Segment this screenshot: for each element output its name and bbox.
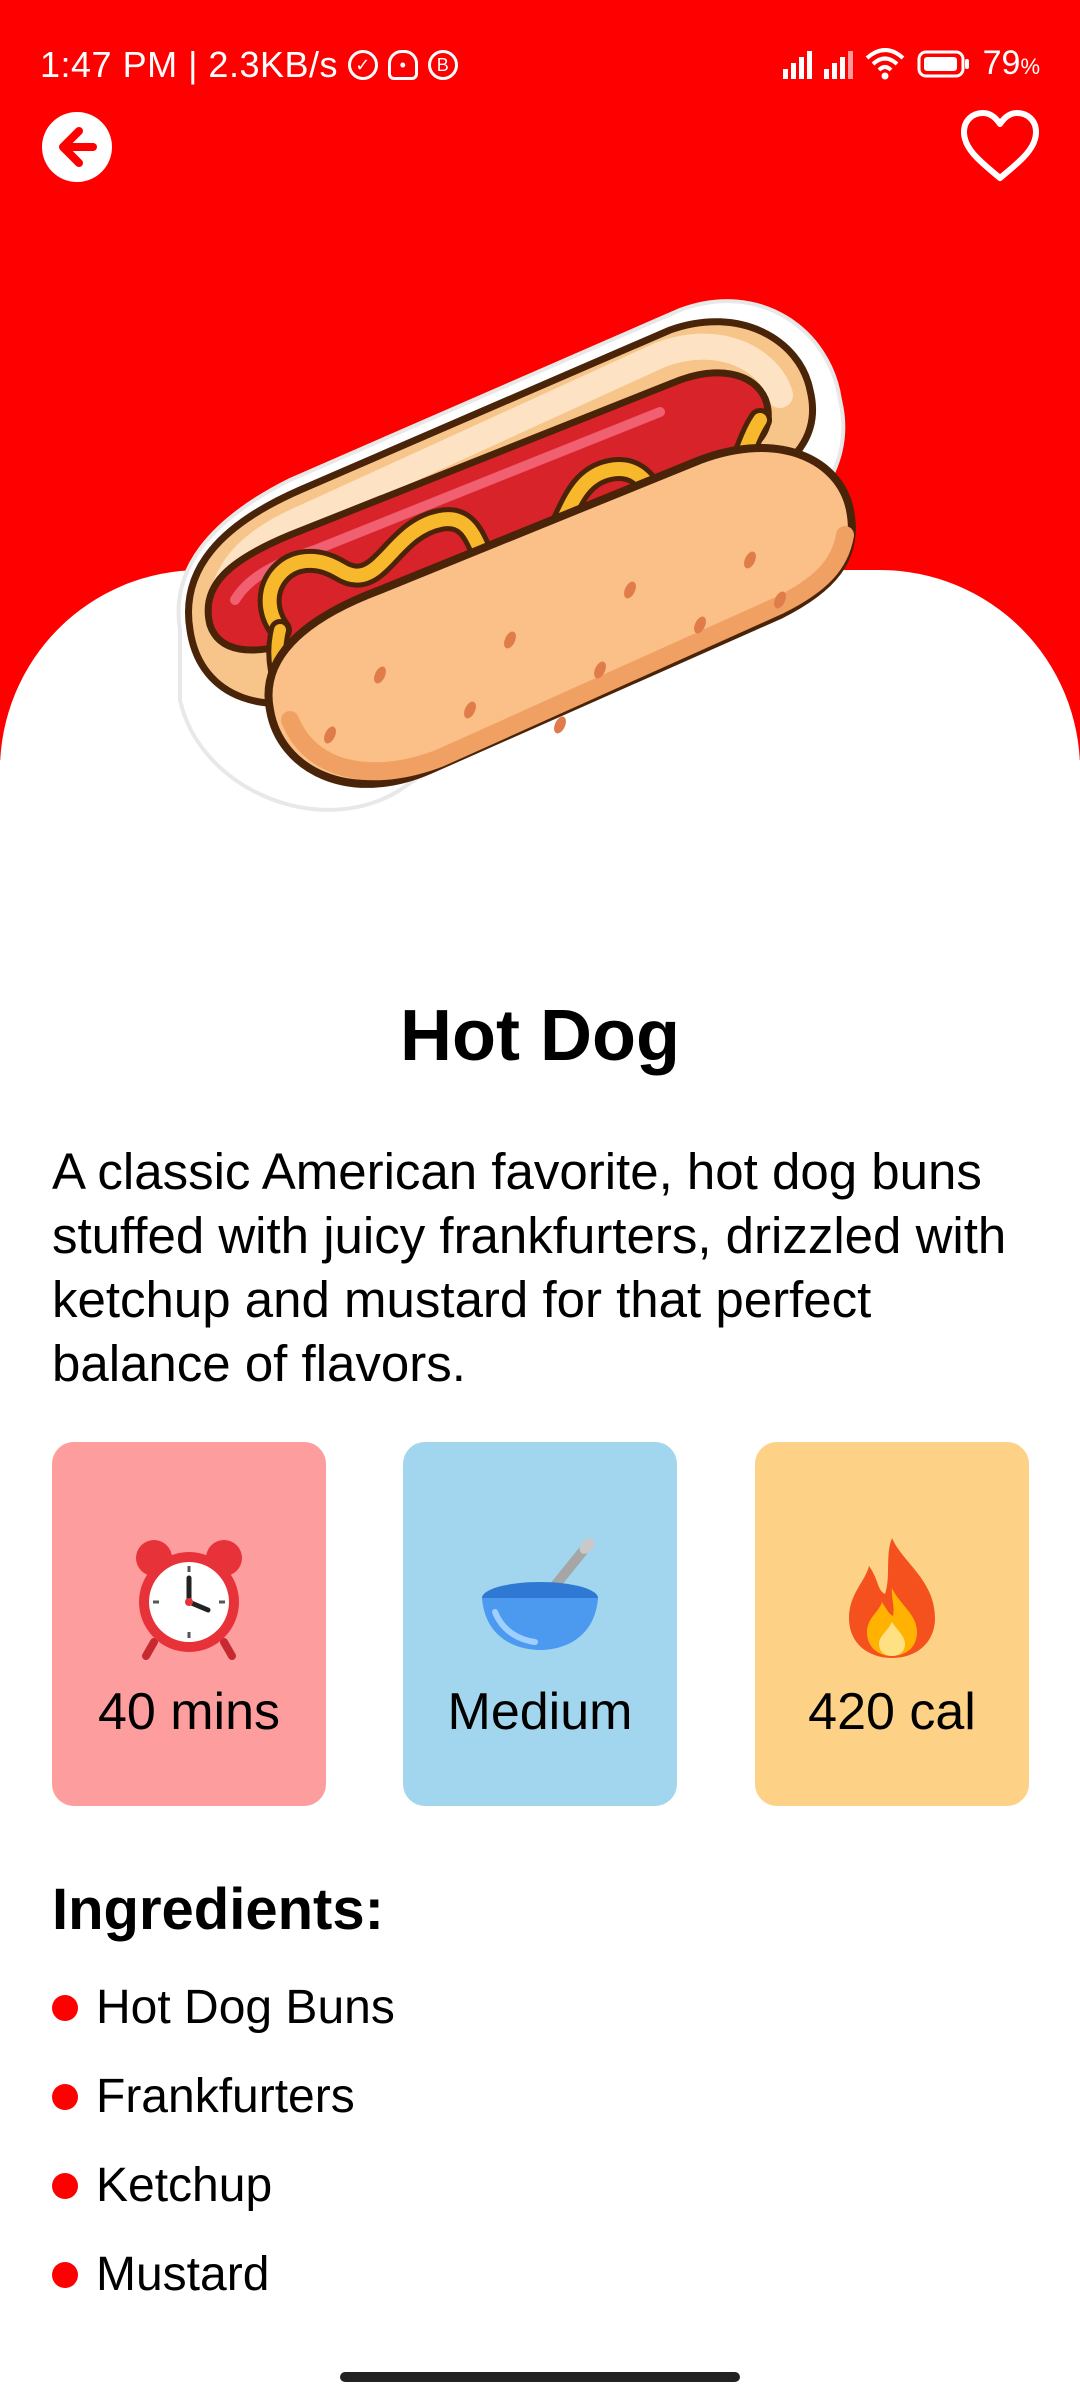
- favorite-button[interactable]: [958, 108, 1042, 184]
- wifi-icon: [865, 47, 905, 80]
- b-badge-icon: B: [428, 50, 458, 80]
- bullet-dot-icon: [52, 2262, 78, 2288]
- stat-calories-label: 420 cal: [808, 1683, 976, 1741]
- ingredients-list: Hot Dog Buns Frankfurters Ketchup Mustar…: [52, 1980, 395, 2336]
- bullet-dot-icon: [52, 2173, 78, 2199]
- ingredient-item: Ketchup: [52, 2158, 395, 2247]
- battery-percent: 79%: [982, 44, 1040, 82]
- hotdog-image: [176, 299, 856, 812]
- status-bar: 1:47 PM | 2.3KB/s ✓ • B 79%: [0, 0, 1080, 130]
- home-indicator[interactable]: [340, 2372, 740, 2382]
- sync-icon: ✓: [348, 50, 378, 80]
- recipe-description: A classic American favorite, hot dog bun…: [52, 1143, 1007, 1392]
- stat-card-difficulty: Medium: [403, 1442, 677, 1806]
- status-left: 1:47 PM | 2.3KB/s ✓ • B: [40, 44, 458, 86]
- bowl-spoon-icon: [482, 1538, 598, 1650]
- cell-signal-icon: [782, 49, 812, 79]
- bullet-dot-icon: [52, 1995, 78, 2021]
- back-button[interactable]: [42, 112, 112, 182]
- stat-card-time: 40 mins: [52, 1442, 326, 1806]
- notification-bell-icon: •: [388, 50, 418, 80]
- status-time-speed: 1:47 PM | 2.3KB/s: [40, 44, 338, 85]
- cell-signal-2-icon: [823, 49, 853, 79]
- recipe-title: Hot Dog: [400, 996, 680, 1076]
- ingredient-item: Frankfurters: [52, 2069, 395, 2158]
- recipe-stats: 40 mins Medium 420 cal: [52, 1442, 1030, 1806]
- stat-card-calories: 420 cal: [755, 1442, 1029, 1806]
- arrow-left-icon: [59, 127, 97, 167]
- hero-section: 1:47 PM | 2.3KB/s ✓ • B 79%: [0, 0, 1080, 990]
- ingredient-label: Frankfurters: [96, 2070, 355, 2123]
- alarm-clock-icon: [136, 1540, 242, 1660]
- stat-difficulty-label: Medium: [447, 1683, 633, 1741]
- fire-icon: [849, 1538, 935, 1658]
- status-right: 79%: [782, 44, 1040, 83]
- ingredient-item: Mustard: [52, 2247, 395, 2336]
- battery-icon: [917, 49, 971, 79]
- heart-outline-icon: [961, 110, 1039, 181]
- ingredients-title: Ingredients:: [52, 1877, 384, 1942]
- ingredient-label: Ketchup: [96, 2159, 273, 2212]
- bullet-dot-icon: [52, 2084, 78, 2110]
- ingredient-label: Hot Dog Buns: [96, 1981, 395, 2034]
- ingredient-item: Hot Dog Buns: [52, 1980, 395, 2069]
- stat-time-label: 40 mins: [97, 1683, 281, 1741]
- ingredient-label: Mustard: [96, 2248, 270, 2301]
